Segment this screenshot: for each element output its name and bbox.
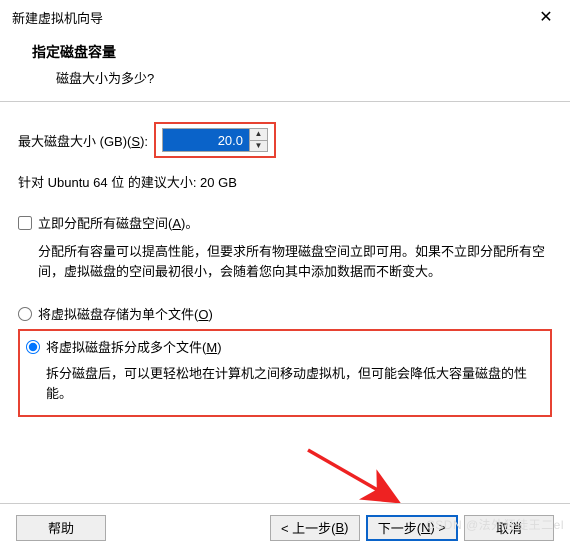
max-disk-size-highlight: ▲ ▼: [154, 122, 276, 158]
split-multiple-files-label: 将虚拟磁盘拆分成多个文件(M): [46, 337, 222, 356]
max-disk-size-spinner[interactable]: ▲ ▼: [162, 128, 268, 152]
allocate-now-checkbox[interactable]: [18, 216, 32, 230]
wizard-button-bar: 帮助 < 上一步(B) 下一步(N) > 取消: [0, 503, 570, 551]
header-subtitle: 磁盘大小为多少?: [32, 68, 550, 87]
next-button[interactable]: 下一步(N) >: [366, 515, 458, 541]
window-title: 新建虚拟机向导: [12, 8, 103, 27]
allocate-now-description: 分配所有容量可以提高性能，但要求所有物理磁盘空间立即可用。如果不立即分配所有空间…: [18, 242, 552, 282]
split-multiple-files-description: 拆分磁盘后，可以更轻松地在计算机之间移动虚拟机，但可能会降低大容量磁盘的性能。: [26, 364, 544, 404]
recommended-size-text: 针对 Ubuntu 64 位 的建议大小: 20 GB: [18, 172, 552, 191]
max-disk-size-input[interactable]: [163, 129, 249, 151]
store-single-file-label: 将虚拟磁盘存储为单个文件(O): [38, 304, 213, 323]
cancel-button[interactable]: 取消: [464, 515, 554, 541]
max-disk-size-label: 最大磁盘大小 (GB)(S):: [18, 131, 148, 150]
back-button[interactable]: < 上一步(B): [270, 515, 360, 541]
allocate-now-label: 立即分配所有磁盘空间(A)。: [38, 213, 198, 232]
close-icon[interactable]: ✕: [532, 3, 560, 31]
split-multiple-files-radio[interactable]: [26, 340, 40, 354]
spinner-up-icon[interactable]: ▲: [250, 129, 267, 141]
spinner-down-icon[interactable]: ▼: [250, 141, 267, 152]
help-button[interactable]: 帮助: [16, 515, 106, 541]
wizard-header: 指定磁盘容量 磁盘大小为多少?: [0, 34, 570, 102]
split-option-highlight: 将虚拟磁盘拆分成多个文件(M) 拆分磁盘后，可以更轻松地在计算机之间移动虚拟机，…: [18, 329, 552, 416]
header-title: 指定磁盘容量: [32, 42, 550, 62]
store-single-file-radio[interactable]: [18, 307, 32, 321]
